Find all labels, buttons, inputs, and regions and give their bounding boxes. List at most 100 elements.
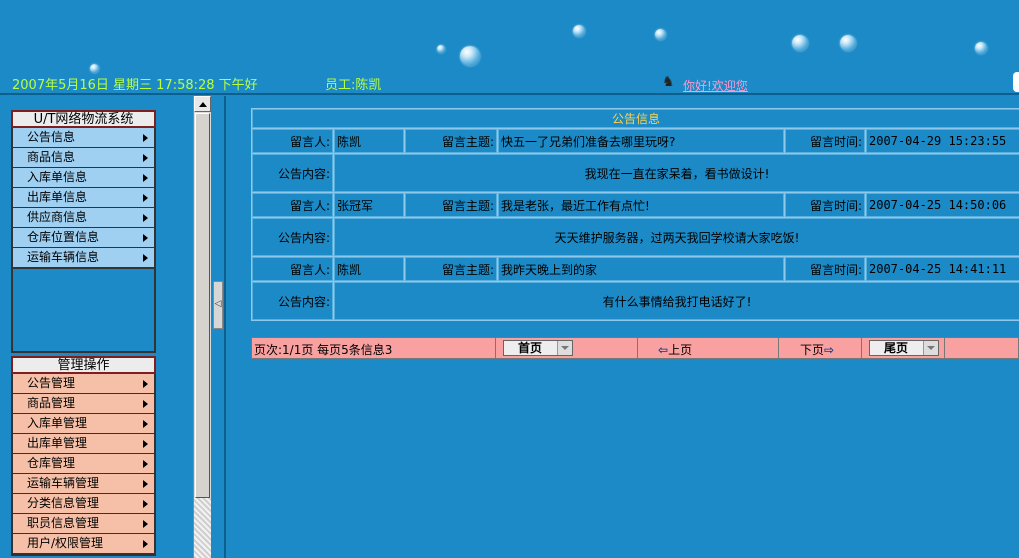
sidebar-item-category-manage[interactable]: 分类信息管理 <box>13 494 154 514</box>
time-label: 留言时间: <box>785 129 865 153</box>
page-info: 页次:1/1页 每页5条信息3 <box>254 343 393 357</box>
table-row: 公告内容: 有什么事情给我打电话好了! <box>252 282 1019 320</box>
time-value: 2007-04-29 15:23:55 <box>866 129 1019 153</box>
author-value: 陈凯 <box>334 129 404 153</box>
manage-title: 管理操作 <box>11 356 156 374</box>
chevron-down-icon[interactable] <box>557 341 572 355</box>
water-drop-decoration <box>975 42 987 54</box>
content-value: 有什么事情给我打电话好了! <box>334 282 1019 320</box>
arrow-right-icon <box>143 440 148 448</box>
scroll-up-button[interactable] <box>194 96 211 112</box>
notice-panel: 公告信息 留言人: 陈凯 留言主题: 快五一了兄弟们准备去哪里玩呀? 留言时间:… <box>251 108 1019 321</box>
notice-caption: 公告信息 <box>252 109 1019 128</box>
employee-name: 员工:陈凯 <box>325 78 382 93</box>
table-row: 公告内容: 天天维护服务器，过两天我回学校请大家吃饭! <box>252 218 1019 256</box>
subject-value: 快五一了兄弟们准备去哪里玩呀? <box>498 129 784 153</box>
subject-label: 留言主题: <box>405 129 497 153</box>
arrow-right-icon <box>143 214 148 222</box>
arrow-right-icon <box>143 194 148 202</box>
prev-page-link[interactable]: ⇦上页 <box>658 341 692 358</box>
sidebar-item-staff-manage[interactable]: 职员信息管理 <box>13 514 154 534</box>
arrow-right-icon <box>143 420 148 428</box>
time-value: 2007-04-25 14:50:06 <box>866 193 1019 217</box>
datetime-display: 2007年5月16日 星期三 17:58:28 下午好 <box>12 78 258 93</box>
collapse-sidebar-toggle[interactable]: ◁ <box>213 281 223 329</box>
table-row: 留言人: 陈凯 留言主题: 快五一了兄弟们准备去哪里玩呀? 留言时间: 2007… <box>252 129 1019 153</box>
menu-empty-area <box>13 268 154 351</box>
frame-splitter[interactable]: ◁ <box>212 96 226 558</box>
sidebar-item-notice-info[interactable]: 公告信息 <box>13 128 154 148</box>
table-row: 留言人: 陈凯 留言主题: 我昨天晚上到的家 留言时间: 2007-04-25 … <box>252 257 1019 281</box>
subject-label: 留言主题: <box>405 257 497 281</box>
arrow-right-icon <box>143 400 148 408</box>
time-value: 2007-04-25 14:41:11 <box>866 257 1019 281</box>
scroll-thumb[interactable] <box>195 113 210 498</box>
time-label: 留言时间: <box>785 193 865 217</box>
arrow-right-icon <box>143 540 148 548</box>
sidebar-item-vehicle-manage[interactable]: 运输车辆管理 <box>13 474 154 494</box>
sidebar: U/T网络物流系统 公告信息 商品信息 入库单信息 出库单信息 供应商信息 仓库… <box>0 96 193 558</box>
mascot-icon: ♞ <box>662 74 675 90</box>
arrow-right-icon <box>143 460 148 468</box>
divider <box>944 338 945 358</box>
content-value: 天天维护服务器，过两天我回学校请大家吃饭! <box>334 218 1019 256</box>
table-row: 留言人: 张冠军 留言主题: 我是老张，最近工作有点忙! 留言时间: 2007-… <box>252 193 1019 217</box>
sidebar-item-inbound-info[interactable]: 入库单信息 <box>13 168 154 188</box>
water-drop-decoration <box>437 45 445 53</box>
sidebar-item-warehouse-location-info[interactable]: 仓库位置信息 <box>13 228 154 248</box>
divider <box>637 338 638 358</box>
info-menu: 公告信息 商品信息 入库单信息 出库单信息 供应商信息 仓库位置信息 运输车辆信… <box>11 128 156 353</box>
divider <box>861 338 862 358</box>
author-label: 留言人: <box>252 193 333 217</box>
time-label: 留言时间: <box>785 257 865 281</box>
arrow-right-icon <box>143 254 148 262</box>
sidebar-item-warehouse-manage[interactable]: 仓库管理 <box>13 454 154 474</box>
sidebar-item-inbound-manage[interactable]: 入库单管理 <box>13 414 154 434</box>
author-label: 留言人: <box>252 129 333 153</box>
first-page-select[interactable]: 首页 <box>503 340 573 356</box>
arrow-right-icon <box>143 500 148 508</box>
arrow-right-icon <box>143 134 148 142</box>
sidebar-item-vehicle-info[interactable]: 运输车辆信息 <box>13 248 154 268</box>
arrow-right-icon <box>143 480 148 488</box>
sidebar-item-user-permission-manage[interactable]: 用户/权限管理 <box>13 534 154 554</box>
content-label: 公告内容: <box>252 154 333 192</box>
author-label: 留言人: <box>252 257 333 281</box>
content-value: 我现在一直在家呆着，看书做设计! <box>334 154 1019 192</box>
content-label: 公告内容: <box>252 282 333 320</box>
arrow-right-icon <box>143 174 148 182</box>
sidebar-item-supplier-info[interactable]: 供应商信息 <box>13 208 154 228</box>
sidebar-item-outbound-manage[interactable]: 出库单管理 <box>13 434 154 454</box>
next-page-link[interactable]: 下页⇨ <box>800 341 834 358</box>
water-drop-decoration <box>460 46 480 66</box>
sidebar-item-product-manage[interactable]: 商品管理 <box>13 394 154 414</box>
water-drop-decoration <box>90 64 99 73</box>
water-drop-decoration <box>655 29 666 40</box>
water-drop-decoration <box>792 35 808 51</box>
last-page-select[interactable]: 尾页 <box>869 340 939 356</box>
divider <box>778 338 779 358</box>
subject-value: 我昨天晚上到的家 <box>498 257 784 281</box>
sidebar-item-outbound-info[interactable]: 出库单信息 <box>13 188 154 208</box>
arrow-right-icon <box>143 380 148 388</box>
author-value: 陈凯 <box>334 257 404 281</box>
table-row: 公告内容: 我现在一直在家呆着，看书做设计! <box>252 154 1019 192</box>
arrow-right-icon: ⇨ <box>824 343 835 357</box>
sidebar-scrollbar[interactable] <box>193 96 211 558</box>
subject-label: 留言主题: <box>405 193 497 217</box>
manage-menu: 公告管理 商品管理 入库单管理 出库单管理 仓库管理 运输车辆管理 分类信息管理… <box>11 374 156 556</box>
scroll-track[interactable] <box>194 498 211 558</box>
arrow-right-icon <box>143 520 148 528</box>
sidebar-item-product-info[interactable]: 商品信息 <box>13 148 154 168</box>
arrow-right-icon <box>143 154 148 162</box>
system-title: U/T网络物流系统 <box>11 110 156 128</box>
subject-value: 我是老张，最近工作有点忙! <box>498 193 784 217</box>
sidebar-item-notice-manage[interactable]: 公告管理 <box>13 374 154 394</box>
header-edge-decoration <box>1013 72 1019 92</box>
header-divider <box>0 93 1019 95</box>
welcome-link[interactable]: 你好!欢迎您 <box>683 77 748 94</box>
pagination-bar: 页次:1/1页 每页5条信息3 首页 ⇦上页 下页⇨ 尾页 <box>251 337 1019 359</box>
divider <box>495 338 496 358</box>
chevron-down-icon[interactable] <box>923 341 938 355</box>
arrow-left-icon: ⇦ <box>658 343 669 357</box>
